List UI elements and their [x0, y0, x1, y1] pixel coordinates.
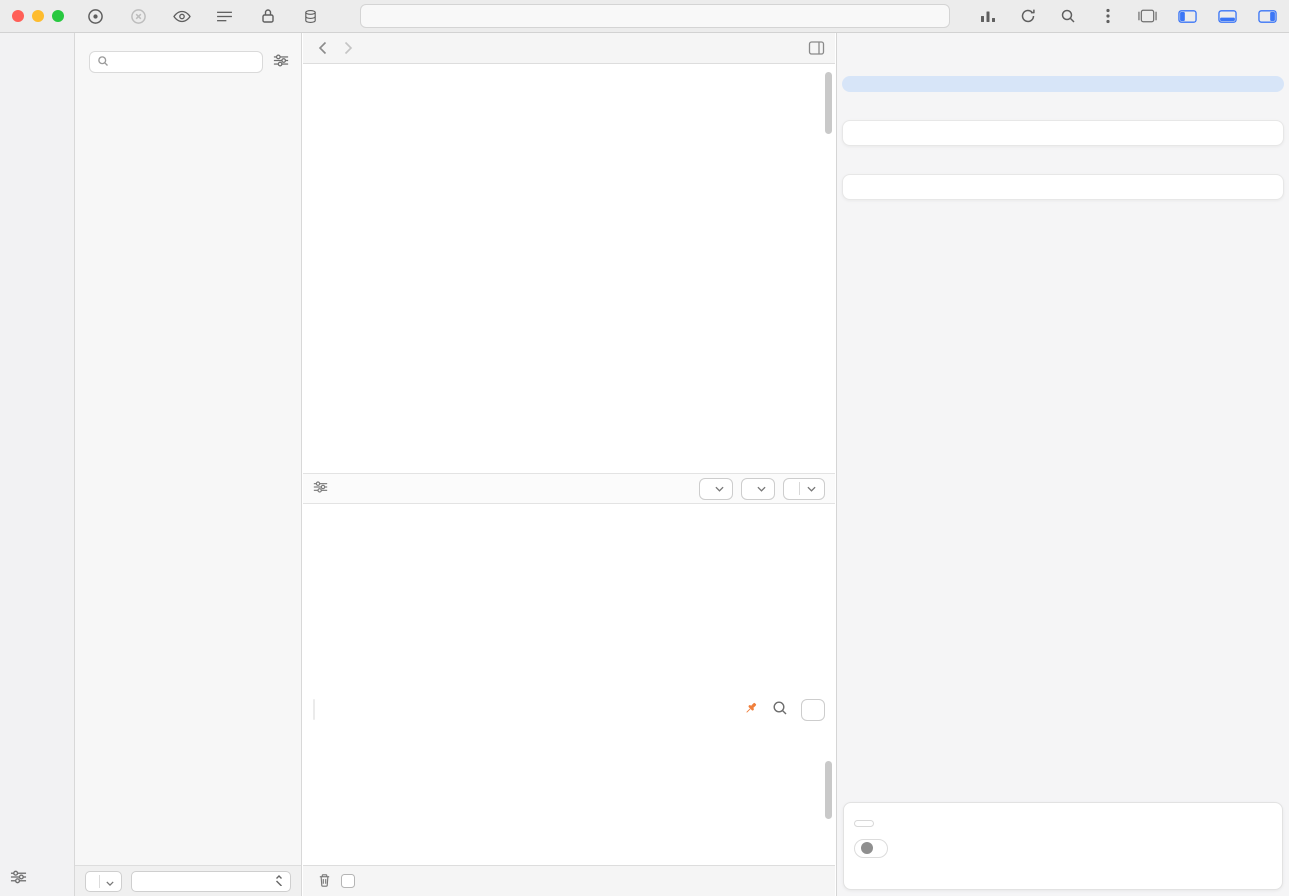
beautify-button[interactable]	[741, 478, 775, 500]
database-icon[interactable]	[301, 7, 320, 26]
editor-tabbar	[303, 33, 835, 64]
filter-icon[interactable]	[273, 54, 289, 70]
message-footer	[303, 865, 835, 896]
main-panel	[303, 33, 835, 896]
sidebar-search-row	[75, 46, 301, 77]
editor-scrollbar[interactable]	[825, 72, 832, 134]
eye-icon[interactable]	[172, 7, 191, 26]
forward-icon[interactable]	[339, 39, 357, 57]
message-scrollbar[interactable]	[825, 761, 832, 819]
record-icon[interactable]	[86, 7, 105, 26]
tableplus-window	[0, 0, 1289, 896]
assistant-composer	[843, 802, 1283, 890]
add-context-button[interactable]	[854, 820, 874, 827]
filter-icon[interactable]	[313, 481, 328, 496]
back-icon[interactable]	[313, 39, 331, 57]
chevron-down-icon	[757, 486, 766, 492]
toggle-left-panel-icon[interactable]	[1178, 7, 1197, 26]
queue-rows-icon[interactable]	[215, 7, 234, 26]
cancel-icon[interactable]	[129, 7, 148, 26]
lock-icon[interactable]	[258, 7, 277, 26]
assistant-code-block-2	[842, 174, 1284, 200]
window-layout-icon[interactable]	[1138, 7, 1157, 26]
more-icon[interactable]	[1098, 7, 1117, 26]
pin-icon[interactable]	[743, 700, 759, 719]
search-icon[interactable]	[1058, 7, 1077, 26]
search-results-icon[interactable]	[772, 700, 788, 719]
provider-select[interactable]	[854, 839, 888, 858]
anthropic-logo-icon	[861, 842, 873, 854]
assistant-code-block-1	[842, 120, 1284, 146]
connections-dock	[0, 33, 75, 896]
window-controls	[12, 10, 64, 22]
filter-icon[interactable]	[10, 870, 27, 887]
titlebar-left-tools	[86, 7, 344, 26]
limit-select[interactable]	[699, 478, 733, 500]
close-window-button[interactable]	[12, 10, 24, 22]
titlebar	[0, 0, 1289, 33]
sql-editor[interactable]	[303, 64, 835, 473]
assistant-panel	[836, 33, 1289, 896]
schema-select[interactable]	[131, 871, 291, 892]
chevron-down-icon	[106, 874, 114, 889]
trash-icon[interactable]	[317, 872, 332, 891]
editor-statusbar	[303, 473, 835, 504]
sidebar	[75, 33, 302, 896]
chevron-down-icon	[807, 486, 816, 492]
assistant-conversation[interactable]	[837, 69, 1289, 800]
sidebar-footer	[75, 865, 301, 896]
toggle-right-panel-icon[interactable]	[1258, 7, 1277, 26]
chevron-down-icon	[715, 486, 724, 492]
minimize-window-button[interactable]	[32, 10, 44, 22]
refresh-icon[interactable]	[1018, 7, 1037, 26]
connection-title[interactable]	[360, 4, 950, 28]
results-toolbar	[303, 696, 835, 723]
syntax-highlighting-checkbox[interactable]	[341, 874, 355, 888]
add-item-button[interactable]	[85, 871, 122, 892]
titlebar-right-tools	[978, 7, 1277, 26]
results-tabs	[313, 699, 315, 720]
user-message-bubble	[842, 76, 1284, 92]
sidebar-search-input[interactable]	[89, 51, 263, 73]
run-current-button[interactable]	[783, 478, 825, 500]
zoom-window-button[interactable]	[52, 10, 64, 22]
chart-icon[interactable]	[978, 7, 997, 26]
message-panel[interactable]	[303, 723, 835, 865]
export-button[interactable]	[801, 699, 825, 721]
toggle-bottom-panel-icon[interactable]	[1218, 7, 1237, 26]
split-panel-icon[interactable]	[808, 41, 825, 55]
search-icon	[97, 55, 109, 70]
select-chevrons-icon	[275, 874, 283, 889]
results-grid[interactable]	[303, 504, 835, 696]
